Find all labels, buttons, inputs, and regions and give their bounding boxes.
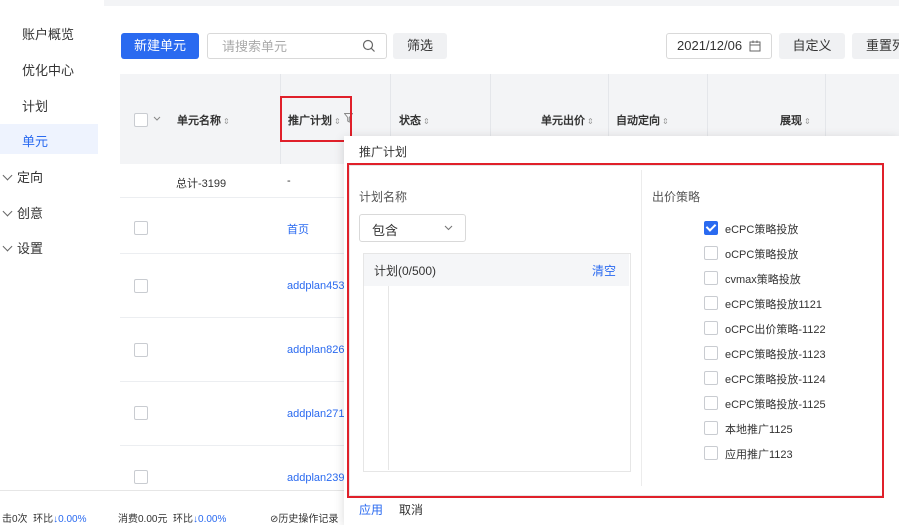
campaign-link[interactable]: addplan239 — [287, 472, 345, 484]
sidebar-item-plan[interactable]: 计划 — [22, 96, 48, 115]
date-value: 2021/12/06 — [677, 38, 743, 53]
sidebar-group-targeting[interactable]: 定向 — [2, 167, 44, 186]
campaign-link[interactable]: 首页 — [287, 221, 309, 237]
custom-button[interactable]: 自定义 — [779, 33, 845, 59]
sort-icon[interactable]: ⇕ — [223, 117, 230, 126]
date-picker[interactable]: 2021/12/06 — [666, 33, 772, 59]
sidebar-item-optimization[interactable]: 优化中心 — [22, 60, 74, 79]
search-box — [207, 33, 387, 59]
search-icon[interactable] — [362, 39, 376, 53]
sidebar-item-account-overview[interactable]: 账户概览 — [22, 24, 74, 43]
column-header-unit-bid[interactable]: 单元出价 ⇕ — [541, 112, 594, 128]
cancel-button[interactable]: 取消 — [399, 501, 423, 518]
row-checkbox[interactable] — [134, 279, 148, 293]
campaign-link[interactable]: addplan271 — [287, 408, 345, 420]
apply-button[interactable]: 应用 — [359, 501, 383, 518]
footer-clicks: 击0次 环比↓0.00% — [2, 514, 87, 525]
history-link[interactable]: ⊘历史操作记录 — [270, 510, 344, 525]
sort-icon[interactable]: ⇕ — [804, 117, 811, 126]
popup-title: 推广计划 — [359, 145, 408, 159]
campaign-link[interactable]: addplan826 — [287, 344, 345, 356]
chevron-down-icon — [2, 206, 13, 217]
chevron-down-icon[interactable] — [153, 116, 161, 122]
chevron-down-icon — [2, 241, 13, 252]
sort-icon[interactable]: ⇕ — [423, 117, 430, 126]
sidebar-item-unit[interactable]: 单元 — [22, 131, 48, 150]
sidebar-group-creative[interactable]: 创意 — [2, 203, 44, 222]
select-all-checkbox[interactable] — [134, 113, 148, 127]
search-input[interactable] — [220, 38, 364, 55]
summary-campaign: - — [287, 175, 291, 187]
sidebar-group-label: 设置 — [17, 241, 44, 256]
campaign-link[interactable]: addplan453 — [287, 280, 345, 292]
column-header-auto-targeting[interactable]: 自动定向 ⇕ — [616, 112, 669, 128]
row-checkbox[interactable] — [134, 343, 148, 357]
row-checkbox[interactable] — [134, 406, 148, 420]
filter-panel-highlight — [347, 163, 884, 498]
sidebar: 账户概览 优化中心 计划 单元 定向 创意 设置 — [0, 0, 104, 490]
campaign-header-highlight — [280, 96, 352, 142]
summary-total: 总计-3199 — [176, 178, 227, 190]
row-checkbox[interactable] — [134, 470, 148, 484]
calendar-icon — [749, 40, 761, 52]
sort-icon[interactable]: ⇕ — [587, 117, 594, 126]
column-header-impressions[interactable]: 展现 ⇕ — [780, 112, 811, 128]
column-header-status[interactable]: 状态 ⇕ — [399, 112, 430, 128]
filter-button[interactable]: 筛选 — [393, 33, 447, 59]
chevron-down-icon — [2, 170, 13, 181]
reset-columns-button[interactable]: 重置列 — [852, 33, 899, 59]
column-header-unit-name[interactable]: 单元名称 ⇕ — [177, 112, 230, 128]
top-strip — [104, 0, 899, 6]
footer-divider — [0, 490, 344, 491]
sidebar-group-label: 定向 — [17, 170, 44, 185]
sidebar-active-highlight — [0, 124, 98, 154]
sidebar-group-label: 创意 — [17, 206, 44, 221]
new-unit-button[interactable]: 新建单元 — [121, 33, 199, 59]
sort-icon[interactable]: ⇕ — [662, 117, 669, 126]
sidebar-group-settings[interactable]: 设置 — [2, 238, 44, 257]
row-checkbox[interactable] — [134, 221, 148, 235]
footer-cost: 消费0.00元 环比↓0.00% — [118, 514, 227, 525]
